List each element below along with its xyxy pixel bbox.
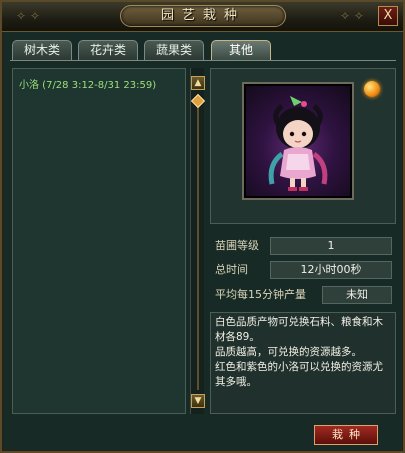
plant-list: 小洛 (7/28 3:12-8/31 23:59): [12, 68, 186, 414]
garden-window: ✧ ✧ 园艺栽种 ✧ ✧ X 树木类 花卉类 蔬果类 其他 小洛 (7/28 3…: [0, 0, 405, 453]
description-line: 红色和紫色的小洛可以兑换的资源尤其多哦。: [215, 361, 383, 388]
nursery-level-label: 苗圃等级: [215, 239, 259, 252]
title-bar: ✧ ✧ 园艺栽种 ✧ ✧ X: [2, 2, 403, 32]
total-time-value: 12小时00秒: [270, 261, 392, 279]
tab-other[interactable]: 其他: [211, 40, 271, 60]
close-button[interactable]: X: [378, 6, 398, 26]
window-title: 园艺栽种: [160, 8, 245, 23]
right-ornament-icon: ✧ ✧: [340, 9, 364, 23]
tab-trees[interactable]: 树木类: [12, 40, 72, 60]
description-line: 品质越高，可兑换的资源越多。: [215, 346, 362, 358]
description-line: 白色品质产物可兑换石料、粮食和木材各89。: [215, 316, 383, 343]
chibi-character-icon: [268, 96, 328, 191]
scroll-thumb[interactable]: [190, 93, 206, 109]
avg-yield-label: 平均每15分钟产量: [215, 288, 306, 301]
description-text: 白色品质产物可兑换石料、粮食和木材各89。 品质越高，可兑换的资源越多。 红色和…: [215, 315, 391, 390]
plant-button[interactable]: 栽种: [314, 425, 378, 445]
total-time-label: 总时间: [215, 263, 248, 276]
tab-flowers[interactable]: 花卉类: [78, 40, 138, 60]
left-ornament-icon: ✧ ✧: [16, 9, 40, 23]
arrow-up-icon[interactable]: ▲: [191, 76, 205, 90]
quality-orb-icon: [364, 81, 380, 97]
avg-yield-value: 未知: [322, 286, 392, 304]
tab-divider: [10, 60, 396, 61]
title-frame: 园艺栽种: [120, 5, 286, 27]
arrow-down-icon[interactable]: ▼: [191, 394, 205, 408]
tab-vegetables[interactable]: 蔬果类: [144, 40, 204, 60]
character-portrait: [242, 82, 354, 200]
list-scrollbar[interactable]: ▲ ▼: [190, 68, 206, 414]
list-item[interactable]: 小洛 (7/28 3:12-8/31 23:59): [19, 78, 189, 94]
nursery-level-value: 1: [270, 237, 392, 255]
